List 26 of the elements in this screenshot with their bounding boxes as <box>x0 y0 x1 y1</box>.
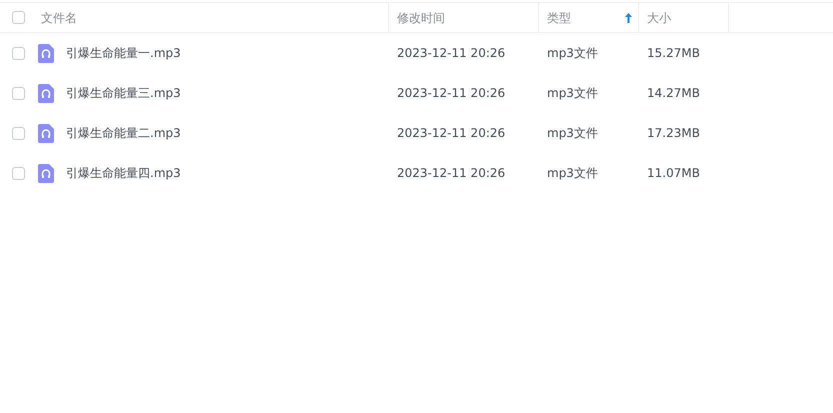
audio-file-icon <box>38 44 54 62</box>
file-name[interactable]: 引爆生命能量四.mp3 <box>66 164 181 182</box>
file-name[interactable]: 引爆生命能量三.mp3 <box>66 84 181 102</box>
file-size: 11.07MB <box>647 166 700 180</box>
audio-file-icon <box>38 124 54 142</box>
modified-time: 2023-12-11 20:26 <box>397 46 506 60</box>
file-type: mp3文件 <box>547 46 598 60</box>
checkbox[interactable] <box>12 126 25 140</box>
audio-file-icon <box>38 164 54 182</box>
file-size: 15.27MB <box>647 46 700 60</box>
audio-file-icon <box>38 84 54 102</box>
file-size: 14.27MB <box>647 86 700 100</box>
checkbox[interactable] <box>12 46 25 60</box>
file-size: 17.23MB <box>647 126 700 140</box>
modified-time: 2023-12-11 20:26 <box>397 126 506 140</box>
up-arrow-icon[interactable] <box>625 12 632 22</box>
checkbox[interactable] <box>12 86 25 100</box>
checkbox[interactable] <box>12 11 25 24</box>
modified-time: 2023-12-11 20:26 <box>397 166 506 180</box>
file-type: mp3文件 <box>547 126 598 140</box>
checkbox[interactable] <box>12 166 25 180</box>
modified-time: 2023-12-11 20:26 <box>397 86 506 100</box>
file-name[interactable]: 引爆生命能量二.mp3 <box>66 124 181 142</box>
file-name[interactable]: 引爆生命能量一.mp3 <box>66 44 181 62</box>
file-type: mp3文件 <box>547 166 598 180</box>
file-type: mp3文件 <box>547 86 598 100</box>
